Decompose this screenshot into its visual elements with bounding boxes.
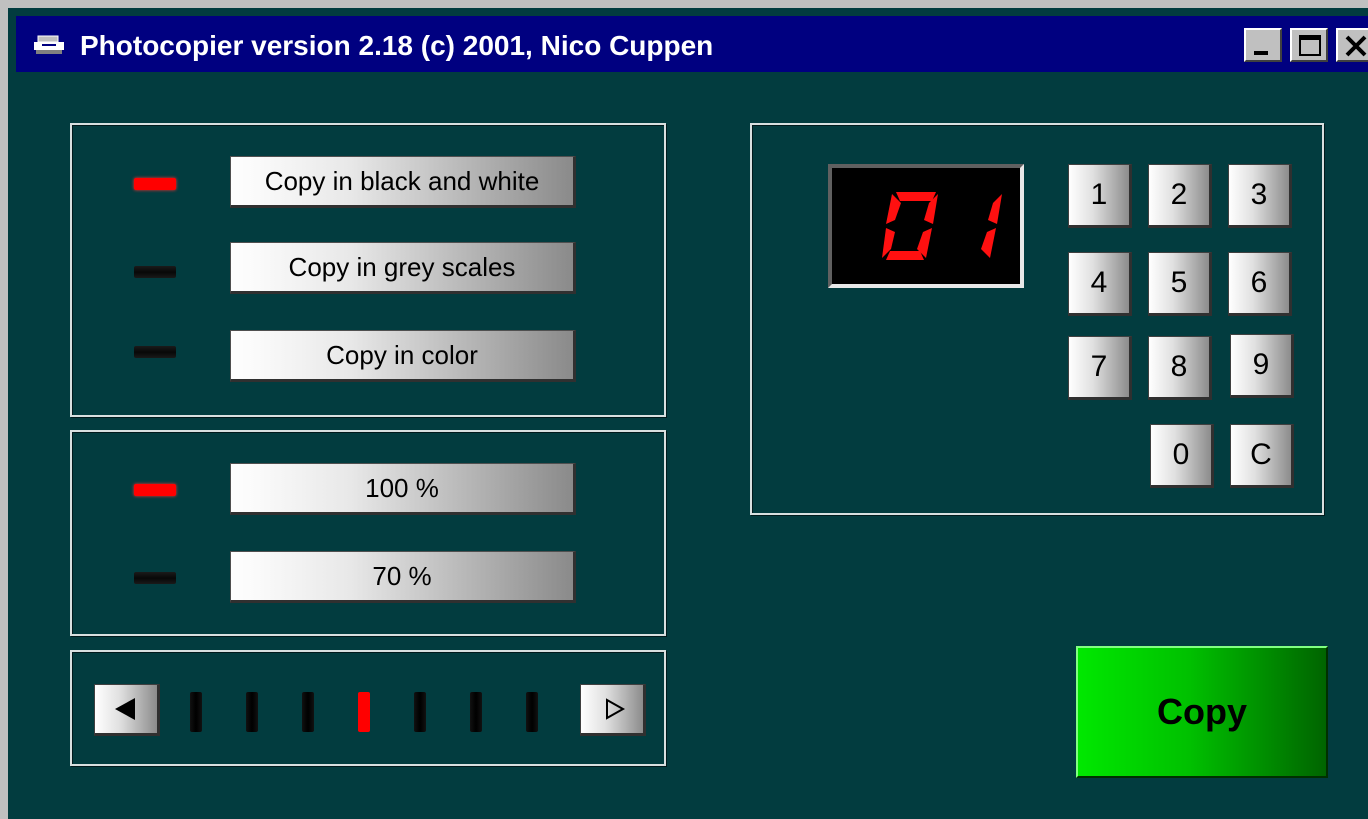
photocopier-window: Photocopier version 2.18 (c) 2001, Nico …: [0, 0, 1368, 819]
key-7[interactable]: 7: [1068, 336, 1132, 400]
led-scale-70: [134, 572, 176, 584]
copy-count-digits: [882, 192, 1002, 260]
key-0[interactable]: 0: [1150, 424, 1214, 488]
key-5[interactable]: 5: [1148, 252, 1212, 316]
darkness-level-5: [414, 692, 426, 732]
copy-color-button[interactable]: Copy in color: [230, 330, 576, 382]
led-grey-scales: [134, 266, 176, 278]
digit-2-segment-c: [981, 228, 996, 258]
copy-count-display: 01: [828, 164, 1024, 288]
window-title: Photocopier version 2.18 (c) 2001, Nico …: [80, 30, 714, 61]
key-2[interactable]: 2: [1148, 164, 1212, 228]
scale-100-button[interactable]: 100 %: [230, 463, 576, 515]
copy-black-white-button[interactable]: Copy in black and white: [230, 156, 576, 208]
digit-1-segment-d: [886, 251, 924, 260]
key-1[interactable]: 1: [1068, 164, 1132, 228]
darkness-level-3: [302, 692, 314, 732]
darkness-level-2: [246, 692, 258, 732]
scale-panel: [70, 430, 666, 636]
digit-1-segment-a: [896, 192, 936, 201]
scale-70-button[interactable]: 70 %: [230, 551, 576, 603]
minimize-icon: [1254, 51, 1268, 55]
key-4[interactable]: 4: [1068, 252, 1132, 316]
close-icon: [1345, 35, 1367, 57]
key-3[interactable]: 3: [1228, 164, 1292, 228]
key-8[interactable]: 8: [1148, 336, 1212, 400]
digit-1-segment-f: [886, 194, 901, 224]
darkness-increase-button[interactable]: [580, 684, 646, 736]
copy-grey-scales-button[interactable]: Copy in grey scales: [230, 242, 576, 294]
darkness-level-7: [526, 692, 538, 732]
darkness-level-1: [190, 692, 202, 732]
digit-2-segment-b: [988, 194, 1002, 224]
darkness-decrease-button[interactable]: [94, 684, 160, 736]
minimize-button[interactable]: [1244, 28, 1282, 62]
maximize-button[interactable]: [1290, 28, 1328, 62]
led-color: [134, 346, 176, 358]
darkness-level-4: [358, 692, 370, 732]
key-6[interactable]: 6: [1228, 252, 1292, 316]
key-9[interactable]: 9: [1230, 334, 1294, 398]
key-clear[interactable]: C: [1230, 424, 1294, 488]
maximize-icon: [1299, 35, 1321, 56]
led-scale-100: [134, 484, 176, 496]
arrow-left-icon: [115, 698, 135, 720]
led-black-white: [134, 178, 176, 190]
photocopier-icon: [34, 35, 64, 54]
copy-button[interactable]: Copy: [1076, 646, 1328, 778]
arrow-right-icon: [606, 698, 626, 720]
title-bar: Photocopier version 2.18 (c) 2001, Nico …: [16, 16, 1368, 72]
darkness-level-6: [470, 692, 482, 732]
close-button[interactable]: [1336, 28, 1368, 62]
